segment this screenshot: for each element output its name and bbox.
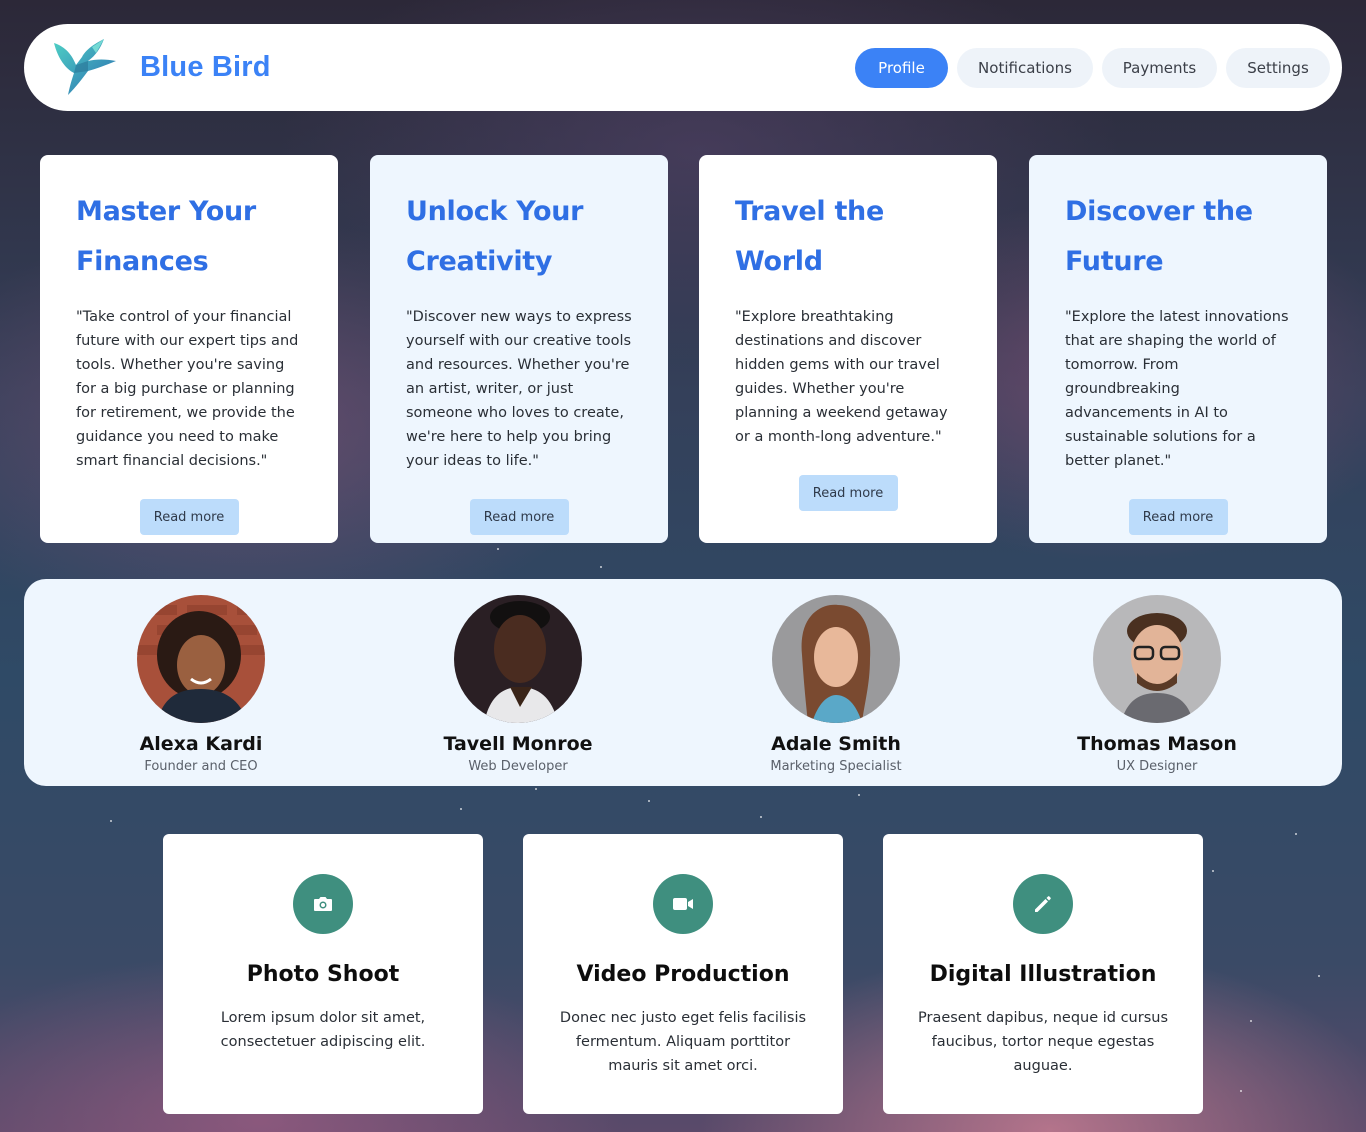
member-role: Founder and CEO	[144, 759, 258, 774]
brand-name[interactable]: Blue Bird	[140, 51, 271, 84]
top-navbar: Blue Bird Profile Notifications Payments…	[24, 24, 1342, 111]
read-more-button[interactable]: Read more	[469, 499, 569, 535]
read-more-button[interactable]: Read more	[139, 499, 239, 535]
bird-logo-icon	[54, 38, 116, 95]
card-text: "Take control of your financial future w…	[76, 309, 299, 469]
video-camera-icon	[653, 874, 713, 934]
nav-payments-button[interactable]: Payments	[1102, 47, 1217, 88]
service-card-photo-shoot: Photo Shoot Lorem ipsum dolor sit amet, …	[163, 834, 483, 1114]
feature-card-travel: Travel the World "Explore breathtaking d…	[699, 155, 997, 543]
member-name: Thomas Mason	[1077, 733, 1237, 755]
team-member: Adale Smith Marketing Specialist	[706, 595, 966, 776]
avatar-adale-smith	[772, 595, 900, 723]
member-role: Marketing Specialist	[770, 759, 902, 774]
card-text: "Explore breathtaking destinations and d…	[735, 309, 948, 445]
team-section: Alexa Kardi Founder and CEO Tavell Monro…	[24, 579, 1342, 786]
nav-notifications-button[interactable]: Notifications	[957, 47, 1093, 88]
service-card-digital-illustration: Digital Illustration Praesent dapibus, n…	[883, 834, 1203, 1114]
camera-icon	[293, 874, 353, 934]
member-name: Adale Smith	[771, 733, 901, 755]
read-more-button[interactable]: Read more	[1128, 499, 1228, 535]
member-role: UX Designer	[1116, 759, 1198, 774]
service-title: Digital Illustration	[929, 962, 1157, 987]
card-text: "Explore the latest innovations that are…	[1065, 309, 1289, 469]
avatar-thomas-mason	[1093, 595, 1221, 723]
card-text: "Discover new ways to express yourself w…	[406, 309, 632, 469]
member-name: Tavell Monroe	[443, 733, 593, 755]
main-nav: Profile Notifications Payments Settings	[855, 47, 1330, 88]
service-text: Donec nec justo eget felis facilisis fer…	[559, 1010, 807, 1074]
card-title: Travel the World	[735, 196, 884, 277]
feature-card-creativity: Unlock Your Creativity "Discover new way…	[370, 155, 668, 543]
member-name: Alexa Kardi	[139, 733, 263, 755]
member-role: Web Developer	[468, 759, 568, 774]
card-title: Master Your Finances	[76, 196, 256, 277]
feature-card-finances: Master Your Finances "Take control of yo…	[40, 155, 338, 543]
service-card-video-production: Video Production Donec nec justo eget fe…	[523, 834, 843, 1114]
team-member: Tavell Monroe Web Developer	[388, 595, 648, 776]
nav-profile-button[interactable]: Profile	[855, 47, 948, 88]
read-more-button[interactable]: Read more	[798, 475, 898, 511]
nav-settings-button[interactable]: Settings	[1226, 47, 1330, 88]
service-title: Photo Shoot	[246, 962, 400, 987]
team-member: Alexa Kardi Founder and CEO	[71, 595, 331, 776]
service-text: Lorem ipsum dolor sit amet, consectetuer…	[220, 1010, 426, 1050]
feature-card-future: Discover the Future "Explore the latest …	[1029, 155, 1327, 543]
service-text: Praesent dapibus, neque id cursus faucib…	[918, 1010, 1169, 1074]
card-title: Discover the Future	[1065, 196, 1253, 277]
avatar-alexa-kardi	[137, 595, 265, 723]
team-member: Thomas Mason UX Designer	[1027, 595, 1287, 776]
card-title: Unlock Your Creativity	[406, 196, 584, 277]
service-title: Video Production	[576, 962, 790, 987]
avatar-tavell-monroe	[454, 595, 582, 723]
pencil-icon	[1013, 874, 1073, 934]
